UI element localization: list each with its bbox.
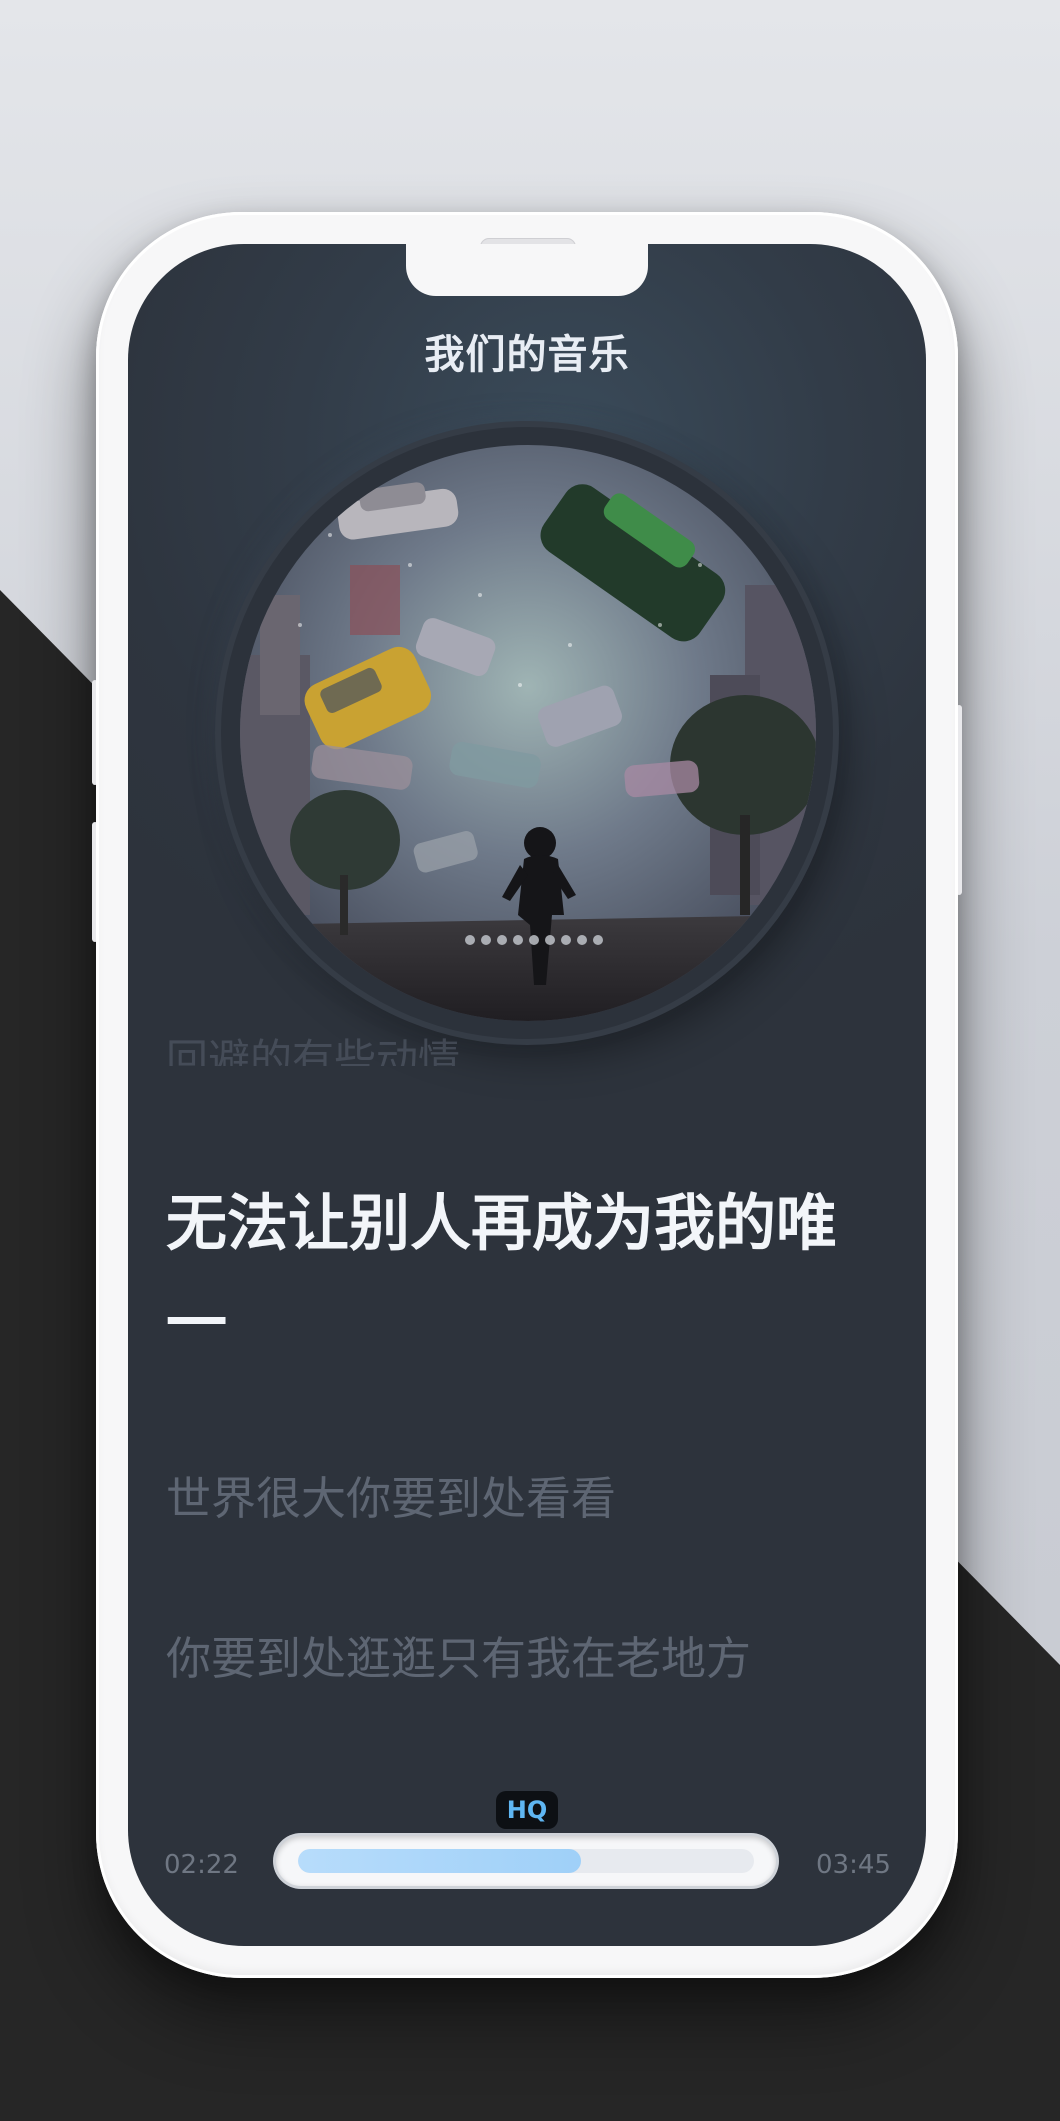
phone-screen: 我们的音乐 回避的有些动情 无法让别人再成为我的唯一 世界很大你要到处看看 你要… xyxy=(128,244,926,1946)
page-title: 我们的音乐 xyxy=(424,332,630,378)
phone-notch xyxy=(406,244,648,296)
lyric-next-2: 你要到处逛逛只有我在老地方 xyxy=(166,1632,752,1685)
lyric-next-1: 世界很大你要到处看看 xyxy=(166,1472,617,1525)
total-duration: 03:45 xyxy=(816,1850,891,1880)
playback-progress-bar[interactable] xyxy=(276,1836,776,1886)
lyric-current: 无法让别人再成为我的唯一 xyxy=(166,1188,838,1359)
progress-fill xyxy=(298,1849,581,1873)
album-cover-art[interactable] xyxy=(240,445,816,1021)
hq-quality-badge[interactable]: HQ xyxy=(496,1791,558,1829)
progress-track-inner xyxy=(298,1849,754,1873)
elapsed-time: 02:22 xyxy=(164,1850,239,1880)
album-cover-illustration xyxy=(240,445,816,1021)
carousel-dots xyxy=(465,935,603,945)
lyric-previous: 回避的有些动情 xyxy=(166,1035,461,1084)
